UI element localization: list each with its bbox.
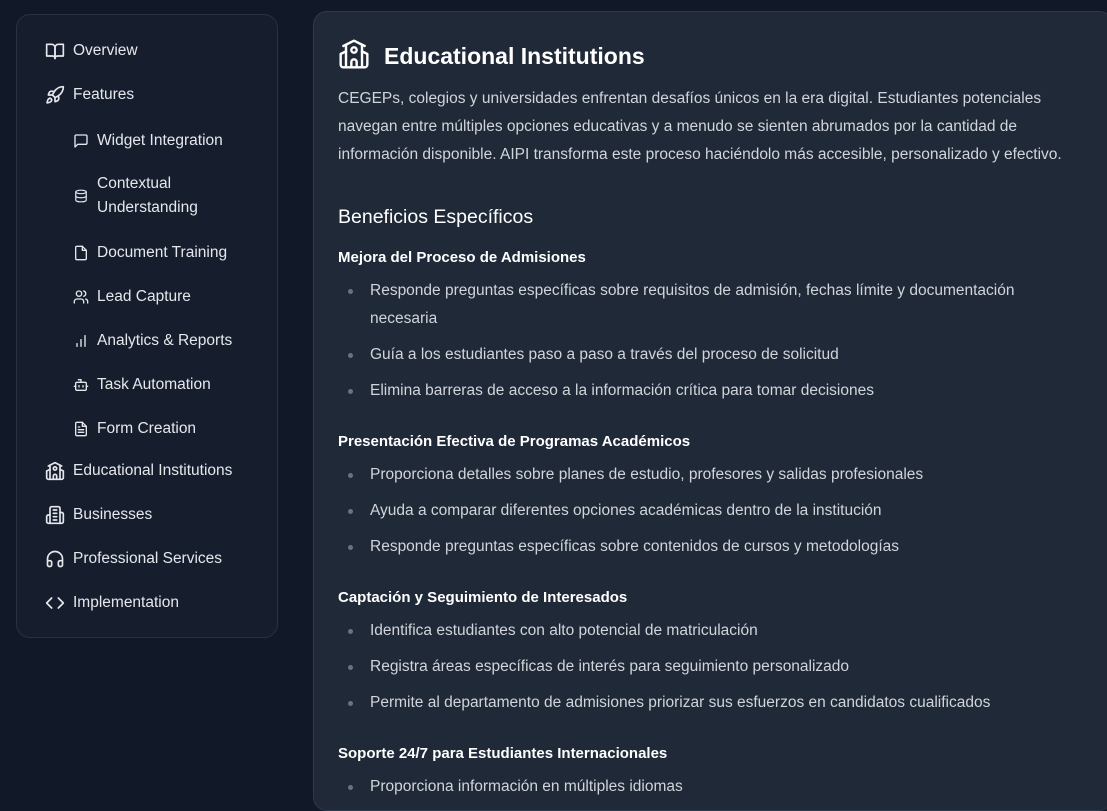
bar-chart-icon xyxy=(73,333,89,349)
file-text-icon xyxy=(73,421,89,437)
content-card: Educational Institutions CEGEPs, colegio… xyxy=(313,11,1107,811)
sidebar-item-task-automation[interactable]: Task Automation xyxy=(73,373,211,397)
sidebar-item-label: Lead Capture xyxy=(97,288,191,305)
list-item: Proporciona información en múltiples idi… xyxy=(338,773,1078,801)
sidebar-item-document-training[interactable]: Document Training xyxy=(73,241,227,265)
bullet-list: Proporciona información en múltiples idi… xyxy=(338,773,1078,809)
school-icon xyxy=(45,461,65,481)
list-item: Permite al departamento de admisiones pr… xyxy=(338,689,1078,717)
code-icon xyxy=(45,593,65,613)
list-item: Proporciona detalles sobre planes de est… xyxy=(338,461,1078,489)
list-item: Elimina barreras de acceso a la informac… xyxy=(338,377,1078,405)
sidebar: Overview Features Widget Integration Con… xyxy=(16,14,278,638)
subsection-title: Presentación Efectiva de Programas Acadé… xyxy=(338,433,691,450)
sidebar-item-label: Task Automation xyxy=(97,376,211,393)
sidebar-item-implementation[interactable]: Implementation xyxy=(45,591,179,615)
sidebar-item-contextual-understanding[interactable]: Contextual Understanding xyxy=(73,172,227,220)
file-icon xyxy=(73,245,89,261)
message-square-icon xyxy=(73,133,89,149)
database-icon xyxy=(73,188,89,204)
users-icon xyxy=(73,289,89,305)
list-item: Guía a los estudiantes paso a paso a tra… xyxy=(338,341,1078,369)
sidebar-item-features[interactable]: Features xyxy=(45,83,134,107)
subsection-title: Mejora del Proceso de Admisiones xyxy=(338,249,586,266)
sidebar-item-analytics-reports[interactable]: Analytics & Reports xyxy=(73,329,232,353)
list-item: Responde preguntas específicas sobre req… xyxy=(338,277,1078,333)
building-icon xyxy=(45,505,65,525)
headphones-icon xyxy=(45,549,65,569)
sidebar-item-overview[interactable]: Overview xyxy=(45,39,138,63)
sidebar-item-label: Features xyxy=(73,86,135,103)
sidebar-item-label: Overview xyxy=(73,42,138,59)
bullet-list: Proporciona detalles sobre planes de est… xyxy=(338,461,1078,569)
sidebar-item-form-creation[interactable]: Form Creation xyxy=(73,417,196,441)
page-header: Educational Institutions xyxy=(338,38,645,75)
bot-icon xyxy=(73,377,89,393)
bullet-list: Identifica estudiantes con alto potencia… xyxy=(338,617,1078,725)
sidebar-item-label: Educational Institutions xyxy=(73,462,233,479)
sidebar-item-label: Implementation xyxy=(73,594,179,611)
book-open-icon xyxy=(45,41,65,61)
subsection-title: Soporte 24/7 para Estudiantes Internacio… xyxy=(338,745,668,762)
sidebar-item-label: Businesses xyxy=(73,506,153,523)
sidebar-item-professional-services[interactable]: Professional Services xyxy=(45,547,222,571)
list-item: Registra áreas específicas de interés pa… xyxy=(338,653,1078,681)
list-item: Ayuda a comparar diferentes opciones aca… xyxy=(338,497,1078,525)
sidebar-item-lead-capture[interactable]: Lead Capture xyxy=(73,285,191,309)
sidebar-item-label: Document Training xyxy=(97,244,228,261)
page-title: Educational Institutions xyxy=(384,43,645,69)
intro-paragraph: CEGEPs, colegios y universidades enfrent… xyxy=(338,90,1062,163)
list-item: Responde preguntas específicas sobre con… xyxy=(338,533,1078,561)
sidebar-item-widget-integration[interactable]: Widget Integration xyxy=(73,129,223,153)
sidebar-item-label: Widget Integration xyxy=(97,132,223,149)
bullet-list: Responde preguntas específicas sobre req… xyxy=(338,277,1078,413)
rocket-icon xyxy=(45,85,65,105)
sidebar-item-label: Analytics & Reports xyxy=(97,332,233,349)
sidebar-item-label: Professional Services xyxy=(73,550,223,567)
sidebar-item-educational-institutions[interactable]: Educational Institutions xyxy=(45,459,232,483)
subsection-title: Captación y Seguimiento de Interesados xyxy=(338,589,628,606)
section-title: Beneficios Específicos xyxy=(338,206,534,228)
list-item: Identifica estudiantes con alto potencia… xyxy=(338,617,1078,645)
sidebar-item-label: Form Creation xyxy=(97,420,197,437)
sidebar-item-label: Contextual Understanding xyxy=(97,175,198,216)
sidebar-item-businesses[interactable]: Businesses xyxy=(45,503,152,527)
school-icon xyxy=(338,38,370,75)
